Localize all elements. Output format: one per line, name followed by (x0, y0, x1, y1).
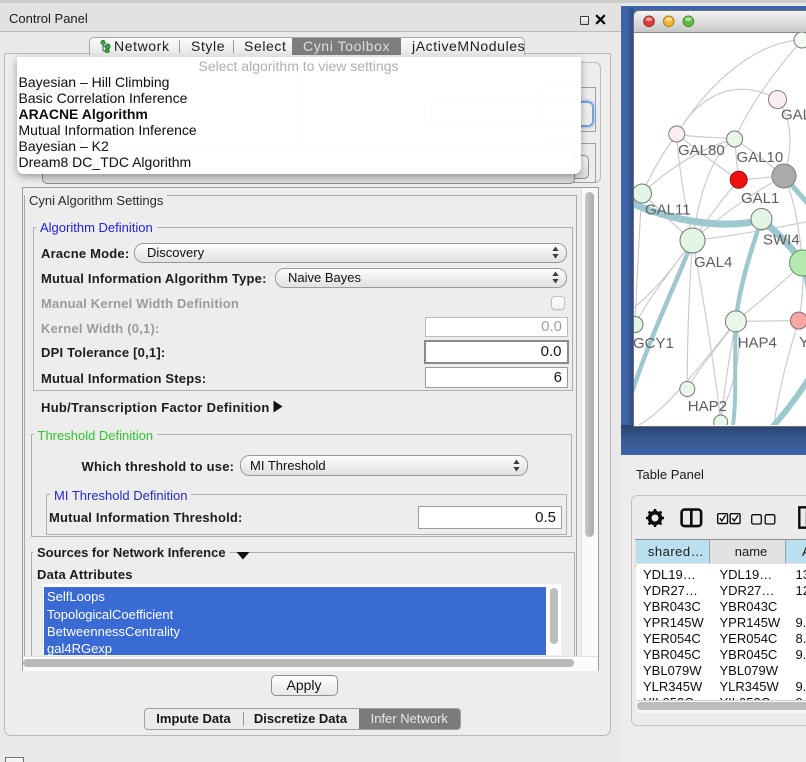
svg-text:Y: Y (799, 334, 806, 351)
svg-text:GAL10: GAL10 (737, 149, 784, 166)
svg-text:SWI4: SWI4 (763, 232, 800, 249)
svg-text:GAL2: GAL2 (781, 107, 806, 124)
svg-text:GAL1: GAL1 (741, 190, 779, 207)
svg-text:GAL11: GAL11 (645, 202, 691, 219)
svg-text:GAL80: GAL80 (678, 142, 725, 159)
svg-text:HAP4: HAP4 (738, 335, 777, 352)
svg-text:GCY1: GCY1 (634, 335, 674, 352)
svg-text:HAP2: HAP2 (688, 398, 727, 415)
svg-text:GAL4: GAL4 (694, 254, 732, 271)
